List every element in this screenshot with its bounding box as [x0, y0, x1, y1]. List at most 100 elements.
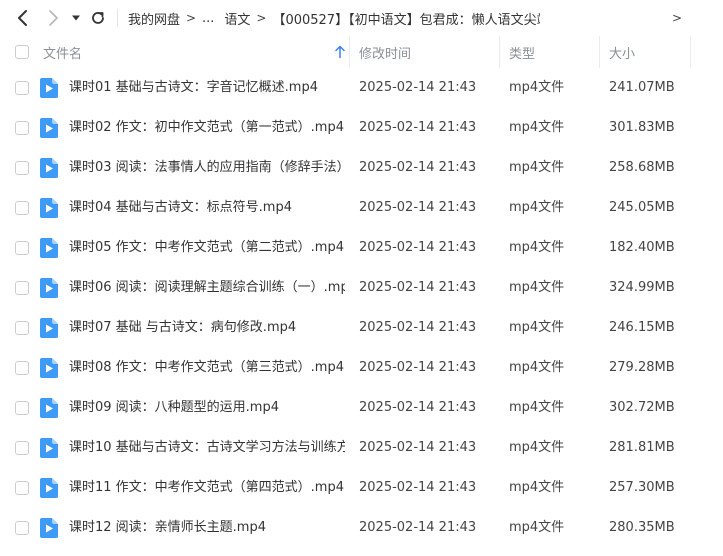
- row-checkbox[interactable]: [15, 321, 29, 335]
- video-file-icon: [40, 398, 58, 418]
- file-name[interactable]: 课时05 作文：中考作文范式（第二范式）.mp4: [69, 228, 345, 268]
- table-row[interactable]: 课时11 作文：中考作文范式（第四范式）.mp4 2025-02-14 21:43…: [0, 468, 723, 508]
- file-size: 246.15MB: [609, 320, 675, 335]
- file-type: mp4文件: [509, 80, 565, 95]
- table-row[interactable]: 课时04 基础与古诗文：标点符号.mp4 2025-02-14 21:43 mp4文…: [0, 188, 723, 228]
- table-row[interactable]: 课时06 阅读：阅读理解主题综合训练（一）.mp4 2025-02-14 21:4…: [0, 268, 723, 308]
- file-type: mp4文件: [509, 400, 565, 415]
- forward-button[interactable]: [41, 6, 65, 30]
- table-row[interactable]: 课时03 阅读：法事情人的应用指南（修辞手法）.... 2025-02-14 21…: [0, 148, 723, 188]
- file-modified-time: 2025-02-14 21:43: [359, 120, 477, 135]
- file-type: mp4文件: [509, 240, 565, 255]
- file-modified-time: 2025-02-14 21:43: [359, 240, 477, 255]
- column-separator[interactable]: [349, 36, 350, 68]
- file-name[interactable]: 课时06 阅读：阅读理解主题综合训练（一）.mp4: [69, 268, 345, 308]
- file-type: mp4文件: [509, 520, 565, 535]
- table-row[interactable]: 课时08 作文：中考作文范式（第三范式）.mp4 2025-02-14 21:43…: [0, 348, 723, 388]
- file-type: mp4文件: [509, 320, 565, 335]
- video-file-icon: [40, 118, 58, 138]
- row-checkbox[interactable]: [15, 281, 29, 295]
- column-separator[interactable]: [599, 36, 600, 68]
- file-name[interactable]: 课时09 阅读：八种题型的运用.mp4: [69, 388, 345, 428]
- table-row[interactable]: 课时09 阅读：八种题型的运用.mp4 2025-02-14 21:43 mp4文件…: [0, 388, 723, 428]
- breadcrumb-more-icon[interactable]: >: [672, 11, 682, 25]
- video-file-icon: [40, 358, 58, 378]
- file-name[interactable]: 课时10 基础与古诗文：古诗文学习方法与训练方...: [69, 428, 345, 468]
- file-type: mp4文件: [509, 200, 565, 215]
- column-separator[interactable]: [690, 36, 691, 68]
- nav-divider: [117, 9, 118, 27]
- file-name[interactable]: 课时03 阅读：法事情人的应用指南（修辞手法）....: [69, 148, 345, 188]
- row-checkbox[interactable]: [15, 481, 29, 495]
- file-modified-time: 2025-02-14 21:43: [359, 480, 477, 495]
- breadcrumb: 我的网盘 > ... 语文 > 【000527】【初中语文】包君成：懒人语文尖端…: [128, 0, 540, 36]
- file-name[interactable]: 课时11 作文：中考作文范式（第四范式）.mp4: [69, 468, 345, 508]
- video-file-icon: [40, 198, 58, 218]
- row-checkbox[interactable]: [15, 241, 29, 255]
- select-all-checkbox[interactable]: [15, 36, 29, 68]
- table-row[interactable]: 课时12 阅读：亲情师长主题.mp4 2025-02-14 21:43 mp4文件 2…: [0, 508, 723, 548]
- file-size: 182.40MB: [609, 240, 675, 255]
- file-type: mp4文件: [509, 120, 565, 135]
- breadcrumb-root[interactable]: 我的网盘: [128, 9, 180, 28]
- sort-ascending-icon[interactable]: [334, 45, 346, 59]
- refresh-icon: [92, 12, 104, 24]
- file-name[interactable]: 课时02 作文：初中作文范式（第一范式）.mp4: [69, 108, 345, 148]
- video-file-icon: [40, 158, 58, 178]
- file-modified-time: 2025-02-14 21:43: [359, 520, 477, 535]
- breadcrumb-ellipsis[interactable]: ...: [202, 11, 214, 26]
- header-size[interactable]: 大小: [609, 36, 635, 68]
- file-name[interactable]: 课时04 基础与古诗文：标点符号.mp4: [69, 188, 345, 228]
- video-file-icon: [40, 478, 58, 498]
- column-separator[interactable]: [499, 36, 500, 68]
- history-dropdown-button[interactable]: [66, 6, 86, 30]
- file-size: 257.30MB: [609, 480, 675, 495]
- file-size: 241.07MB: [609, 80, 675, 95]
- header-modified[interactable]: 修改时间: [359, 36, 411, 68]
- file-type: mp4文件: [509, 160, 565, 175]
- table-row[interactable]: 课时01 基础与古诗文：字音记忆概述.mp4 2025-02-14 21:43 mp…: [0, 68, 723, 108]
- file-type: mp4文件: [509, 360, 565, 375]
- caret-down-icon: [72, 15, 80, 21]
- top-navigation-bar: 我的网盘 > ... 语文 > 【000527】【初中语文】包君成：懒人语文尖端…: [0, 0, 723, 36]
- row-checkbox[interactable]: [15, 401, 29, 415]
- file-size: 280.35MB: [609, 520, 675, 535]
- file-size: 324.99MB: [609, 280, 675, 295]
- file-name[interactable]: 课时07 基础 与古诗文：病句修改.mp4: [69, 308, 345, 348]
- video-file-icon: [40, 518, 58, 538]
- video-file-icon: [40, 278, 58, 298]
- file-size: 301.83MB: [609, 120, 675, 135]
- file-name[interactable]: 课时01 基础与古诗文：字音记忆概述.mp4: [69, 68, 345, 108]
- file-modified-time: 2025-02-14 21:43: [359, 280, 477, 295]
- table-row[interactable]: 课时10 基础与古诗文：古诗文学习方法与训练方... 2025-02-14 21:…: [0, 428, 723, 468]
- header-type[interactable]: 类型: [509, 36, 535, 68]
- file-type: mp4文件: [509, 280, 565, 295]
- file-modified-time: 2025-02-14 21:43: [359, 80, 477, 95]
- row-checkbox[interactable]: [15, 81, 29, 95]
- file-list-header: 文件名 修改时间 类型 大小: [0, 36, 723, 68]
- row-checkbox[interactable]: [15, 441, 29, 455]
- file-modified-time: 2025-02-14 21:43: [359, 200, 477, 215]
- row-checkbox[interactable]: [15, 521, 29, 535]
- table-row[interactable]: 课时07 基础 与古诗文：病句修改.mp4 2025-02-14 21:43 mp4…: [0, 308, 723, 348]
- file-name[interactable]: 课时08 作文：中考作文范式（第三范式）.mp4: [69, 348, 345, 388]
- file-type: mp4文件: [509, 440, 565, 455]
- row-checkbox[interactable]: [15, 201, 29, 215]
- file-size: 281.81MB: [609, 440, 675, 455]
- row-checkbox[interactable]: [15, 361, 29, 375]
- video-file-icon: [40, 318, 58, 338]
- chevron-left-icon: [18, 10, 27, 26]
- back-button[interactable]: [11, 6, 35, 30]
- row-checkbox[interactable]: [15, 121, 29, 135]
- breadcrumb-item-current-folder[interactable]: 【000527】【初中语文】包君成：懒人语文尖端方法（基础与古诗文、阅读、作文）: [272, 9, 540, 28]
- header-name[interactable]: 文件名: [43, 36, 82, 68]
- breadcrumb-item-yuwen[interactable]: 语文: [224, 9, 250, 28]
- breadcrumb-separator-icon: >: [256, 11, 267, 25]
- refresh-button[interactable]: [86, 6, 110, 30]
- table-row[interactable]: 课时02 作文：初中作文范式（第一范式）.mp4 2025-02-14 21:43…: [0, 108, 723, 148]
- row-checkbox[interactable]: [15, 161, 29, 175]
- table-row[interactable]: 课时05 作文：中考作文范式（第二范式）.mp4 2025-02-14 21:43…: [0, 228, 723, 268]
- file-size: 302.72MB: [609, 400, 675, 415]
- file-name[interactable]: 课时12 阅读：亲情师长主题.mp4: [69, 508, 345, 548]
- breadcrumb-separator-icon: >: [185, 11, 197, 25]
